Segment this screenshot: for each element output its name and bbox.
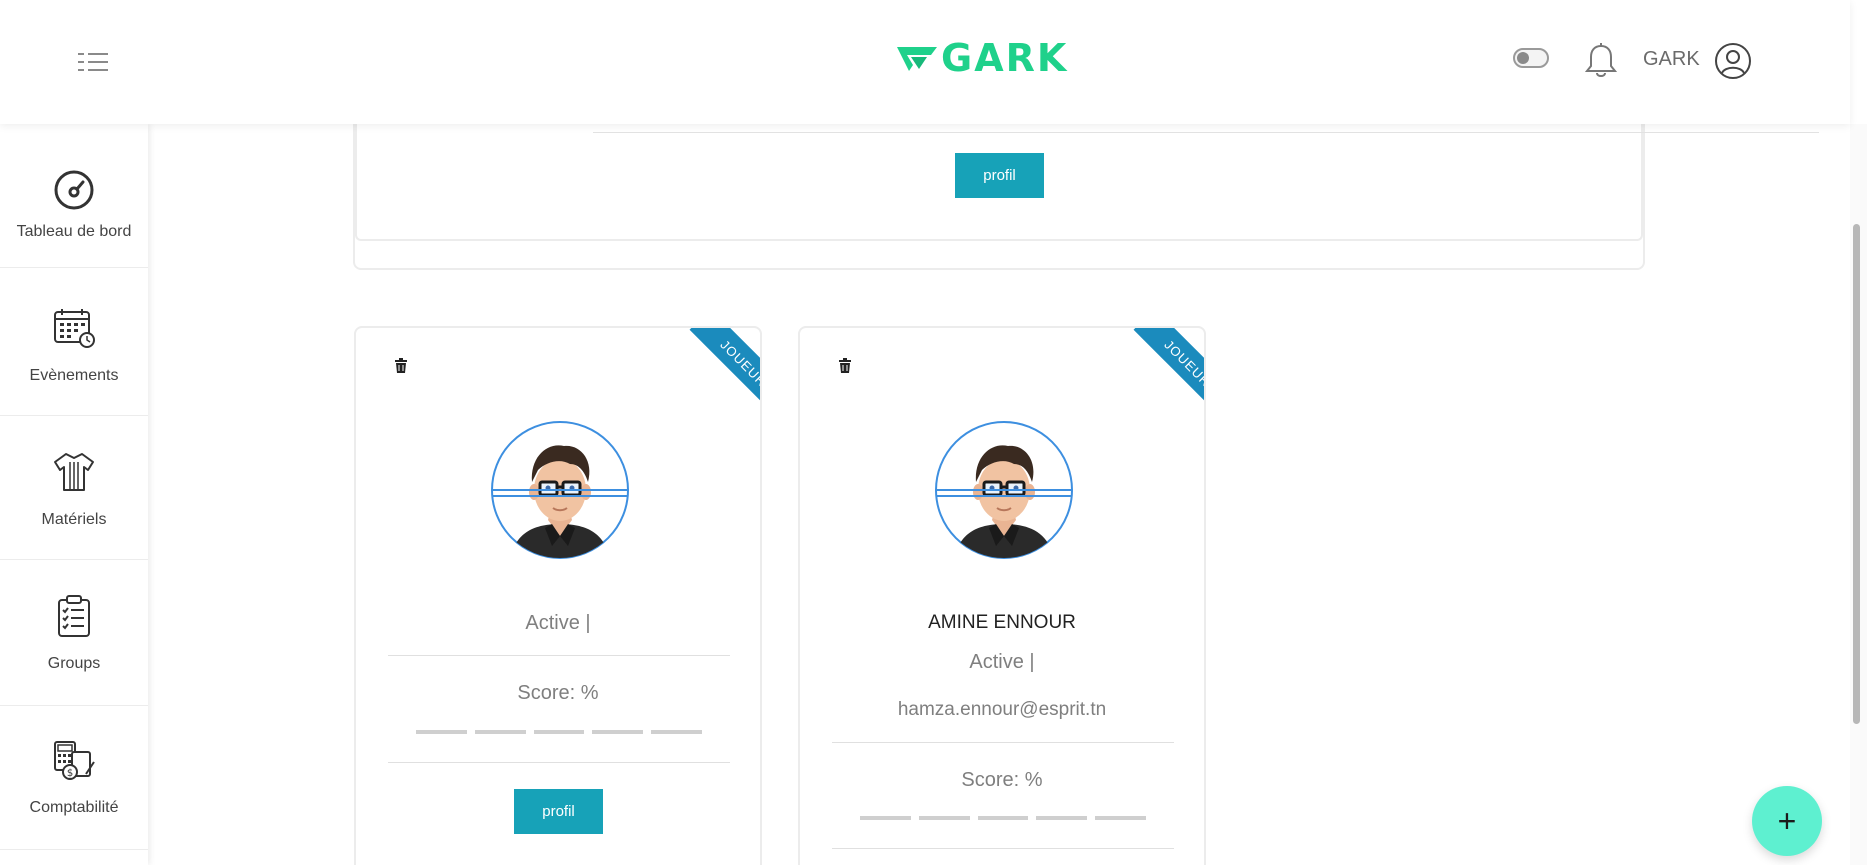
main-content: profil JOUEUR Active | Score: % profil J… — [148, 124, 1850, 865]
add-button[interactable]: + — [1752, 786, 1822, 856]
calendar-clock-icon — [52, 306, 96, 350]
sidebar-item-label: Evènements — [29, 367, 119, 384]
theme-toggle-knob — [1517, 52, 1529, 64]
svg-text:$: $ — [67, 768, 73, 779]
profil-button[interactable]: profil — [955, 153, 1044, 198]
divider — [832, 742, 1174, 743]
sidebar-item-label: Matériels — [41, 511, 107, 528]
logo-text: GARK — [941, 36, 1069, 80]
player-name: AMINE ENNOUR — [928, 612, 1076, 633]
score-bar-segment — [977, 816, 1029, 820]
player-status: Active | — [969, 651, 1035, 673]
bell-icon[interactable] — [1584, 42, 1618, 80]
divider — [593, 132, 1819, 133]
sidebar-item-label: Comptabilité — [29, 799, 119, 816]
sidebar: Tableau de bord Evènements Matériels Gro… — [0, 124, 148, 865]
player-avatar — [490, 420, 630, 560]
sidebar-item-label: Groups — [47, 655, 101, 672]
player-card: JOUEUR — [354, 326, 762, 865]
role-ribbon: JOUEUR — [1118, 328, 1204, 414]
player-card: JOUEUR — [798, 326, 1206, 865]
score-bar-segment — [1036, 816, 1088, 820]
trash-icon[interactable] — [394, 358, 408, 374]
score-progress-bars — [416, 730, 702, 734]
clipboard-checklist-icon — [52, 594, 96, 638]
score-bar-segment — [533, 730, 585, 734]
player-score: Score: % — [517, 682, 599, 704]
sidebar-item-comptabilite[interactable]: $ Comptabilité — [0, 706, 148, 850]
menu-list-icon[interactable] — [76, 50, 110, 74]
score-bar-segment — [592, 730, 644, 734]
accounting-calculator-icon: $ — [52, 738, 96, 782]
jersey-icon — [52, 450, 96, 494]
sidebar-item-tableau-de-bord[interactable]: Tableau de bord — [0, 124, 148, 268]
player-email: hamza.ennour@esprit.tn — [897, 699, 1107, 720]
role-ribbon-label: JOUEUR — [689, 328, 760, 414]
score-progress-bars — [860, 816, 1146, 820]
score-bar-segment — [416, 730, 467, 734]
sidebar-item-label: Tableau de bord — [16, 223, 132, 240]
player-score: Score: % — [961, 769, 1043, 791]
divider — [388, 655, 730, 656]
score-bar-segment — [860, 816, 911, 820]
score-bar-segment — [474, 730, 526, 734]
top-card-inner: profil — [355, 124, 1819, 241]
divider — [388, 762, 730, 763]
speedometer-icon — [52, 168, 96, 212]
sidebar-item-groups[interactable]: Groups — [0, 562, 148, 706]
profil-button[interactable]: profil — [514, 789, 603, 834]
logo-mark-icon — [897, 47, 937, 71]
role-ribbon: JOUEUR — [674, 328, 760, 414]
player-avatar — [934, 420, 1074, 560]
user-circle-icon[interactable] — [1714, 42, 1752, 80]
theme-toggle[interactable] — [1513, 48, 1549, 68]
user-name[interactable]: GARK — [1643, 48, 1700, 70]
sidebar-item-materiels[interactable]: Matériels — [0, 416, 148, 560]
divider — [832, 848, 1174, 849]
score-bar-segment — [918, 816, 970, 820]
player-status: Active | — [525, 612, 591, 634]
role-ribbon-label: JOUEUR — [1133, 328, 1204, 414]
score-bar-segment — [651, 730, 702, 734]
gark-logo[interactable]: GARK — [897, 38, 1103, 78]
sidebar-item-evenements[interactable]: Evènements — [0, 272, 148, 416]
trash-icon[interactable] — [838, 358, 852, 374]
top-header: GARK GARK — [0, 0, 1850, 124]
score-bar-segment — [1095, 816, 1146, 820]
scrollbar-thumb[interactable] — [1853, 224, 1860, 724]
